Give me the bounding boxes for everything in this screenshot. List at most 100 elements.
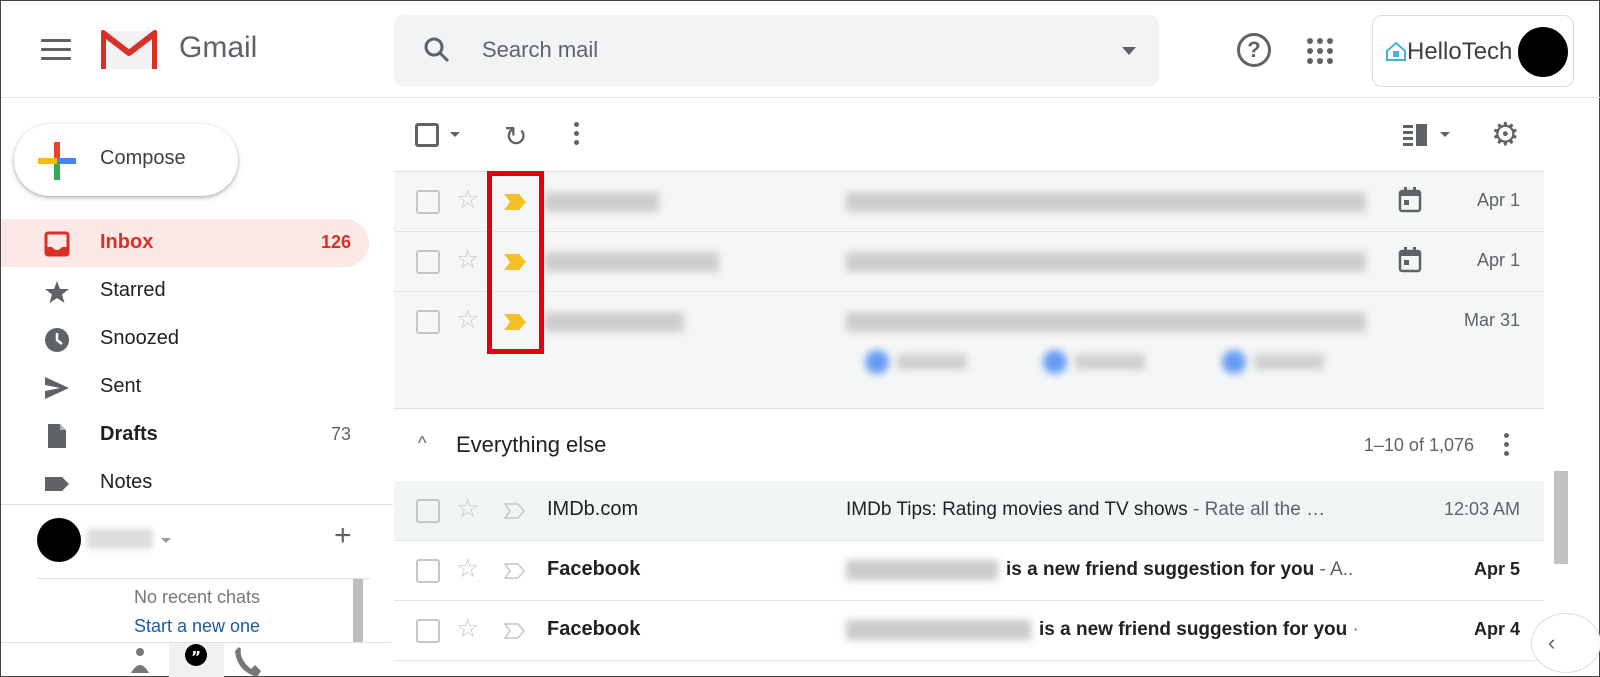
label-icon (45, 477, 69, 491)
section-more-icon[interactable] (1500, 433, 1512, 459)
search-options-caret-icon[interactable] (1122, 47, 1136, 55)
section-title: Everything else (456, 432, 607, 457)
account-avatar[interactable] (1518, 27, 1568, 77)
attachment-chip[interactable] (859, 344, 1009, 380)
sidebar-item-sent[interactable]: Sent (1, 363, 369, 411)
sidebar-item-snoozed[interactable]: Snoozed (1, 315, 369, 363)
calendar-icon[interactable] (1398, 247, 1422, 273)
apps-grid-icon[interactable] (1307, 38, 1333, 64)
person-icon (131, 648, 149, 673)
row-checkbox[interactable] (416, 499, 440, 523)
chat-scrollbar[interactable] (353, 579, 363, 642)
importance-outline-icon[interactable] (502, 621, 528, 641)
sidebar-item-drafts[interactable]: Drafts 73 (1, 411, 369, 459)
star-outline-icon[interactable]: ☆ (456, 613, 479, 644)
app-name: Gmail (179, 31, 258, 64)
select-all-checkbox[interactable] (415, 123, 439, 147)
main-scrollbar[interactable] (1554, 471, 1568, 564)
gmail-logo-icon[interactable] (101, 29, 157, 71)
search-bar[interactable] (394, 15, 1159, 86)
email-subject: is a new friend suggestion for you - A.. (846, 559, 1353, 581)
row-checkbox[interactable] (416, 250, 440, 274)
email-sender: Facebook (547, 558, 641, 580)
sidebar-item-label: Sent (100, 375, 142, 397)
compose-button[interactable]: Compose (14, 124, 238, 196)
collapse-section-icon[interactable]: ^ (418, 433, 426, 454)
phone-tab[interactable] (225, 643, 280, 677)
clock-icon (45, 328, 69, 352)
email-row[interactable]: ☆ Mar 31 (394, 292, 1544, 410)
subject-redacted (846, 252, 1366, 272)
attachment-chip[interactable] (1037, 344, 1187, 380)
name-redacted (846, 559, 998, 580)
importance-outline-icon[interactable] (502, 561, 528, 581)
hangouts-tab[interactable]: ” (169, 643, 224, 677)
email-subject: IMDb Tips: Rating movies and TV shows - … (846, 499, 1325, 521)
compose-plus-icon (38, 142, 76, 180)
split-pane-icon[interactable] (1403, 124, 1429, 146)
draft-count: 73 (330, 424, 351, 444)
important-section: ☆ Apr 1 ☆ Apr 1 ☆ Mar 31 (394, 171, 1544, 409)
hangouts-quote-icon: ” (185, 644, 207, 666)
chat-status-caret-icon[interactable] (161, 538, 171, 543)
account-switcher[interactable]: HelloTech (1372, 15, 1574, 87)
main-menu-icon[interactable] (41, 39, 71, 61)
name-redacted (846, 619, 1031, 640)
svg-text:”: ” (191, 648, 201, 666)
email-date: Apr 1 (1476, 250, 1520, 270)
email-date: Apr 4 (1473, 619, 1520, 639)
everything-else-header: ^ Everything else 1–10 of 1,076 (394, 409, 1544, 481)
chevron-left-icon: ‹ (1548, 630, 1556, 655)
calendar-icon[interactable] (1398, 187, 1422, 213)
contacts-tab[interactable] (113, 643, 168, 677)
email-row[interactable]: ☆ Facebook is a new friend suggestion fo… (394, 601, 1544, 661)
side-panel-toggle[interactable]: ‹ (1531, 613, 1600, 673)
settings-gear-icon[interactable]: ⚙ (1491, 118, 1520, 150)
chat-user-avatar[interactable] (37, 518, 81, 562)
subject-text: is a new friend suggestion for you (1039, 619, 1348, 640)
star-outline-icon[interactable]: ☆ (456, 304, 479, 335)
star-outline-icon[interactable]: ☆ (456, 184, 479, 215)
sidebar-item-inbox[interactable]: Inbox 126 (1, 219, 369, 267)
row-checkbox[interactable] (416, 310, 440, 334)
compose-label: Compose (100, 147, 186, 169)
snippet-text: · (1347, 619, 1359, 640)
split-pane-caret-icon[interactable] (1440, 132, 1450, 137)
search-input[interactable] (482, 33, 1062, 67)
attachment-chip[interactable] (1216, 344, 1366, 380)
star-outline-icon[interactable]: ☆ (456, 493, 479, 524)
email-list: ☆ IMDb.com IMDb Tips: Rating movies and … (394, 481, 1544, 677)
chat-user-name-redacted[interactable] (87, 529, 153, 549)
row-checkbox[interactable] (416, 559, 440, 583)
start-new-chat-link[interactable]: Start a new one (37, 616, 357, 637)
select-options-caret-icon[interactable] (450, 132, 460, 137)
sidebar-item-label: Drafts (100, 423, 158, 445)
email-row[interactable]: ☆ IMDb.com IMDb Tips: Rating movies and … (394, 481, 1544, 541)
star-outline-icon[interactable]: ☆ (456, 553, 479, 584)
row-checkbox[interactable] (416, 619, 440, 643)
search-icon[interactable] (422, 35, 452, 65)
email-row[interactable]: ☆ Apr 1 (394, 172, 1544, 232)
help-icon[interactable]: ? (1237, 33, 1271, 67)
email-row[interactable]: ☆ Apr 1 (394, 232, 1544, 292)
chat-empty-text: No recent chats (133, 587, 261, 607)
sender-redacted (544, 252, 719, 272)
sidebar-item-label: Notes (100, 471, 153, 493)
sidebar-item-notes[interactable]: Notes (1, 459, 369, 499)
star-outline-icon[interactable]: ☆ (456, 244, 479, 275)
importance-outline-icon[interactable] (502, 501, 528, 521)
chat-panel: No recent chats Start a new one (37, 578, 370, 642)
email-sender: IMDb.com (547, 498, 639, 520)
sidebar-item-starred[interactable]: Starred (1, 267, 369, 315)
draft-icon (48, 424, 66, 448)
email-subject: is a new friend suggestion for you · (846, 619, 1359, 641)
subject-redacted (846, 192, 1366, 212)
more-options-icon[interactable] (570, 122, 582, 148)
sidebar-item-label: Starred (100, 279, 166, 301)
new-chat-plus-icon[interactable]: + (334, 521, 352, 551)
sidebar-divider (1, 504, 393, 505)
email-row[interactable]: ☆ Facebook is a new friend suggestion fo… (394, 541, 1544, 601)
refresh-icon[interactable]: ↻ (504, 120, 527, 153)
row-checkbox[interactable] (416, 190, 440, 214)
account-brand: HelloTech (1407, 38, 1513, 65)
